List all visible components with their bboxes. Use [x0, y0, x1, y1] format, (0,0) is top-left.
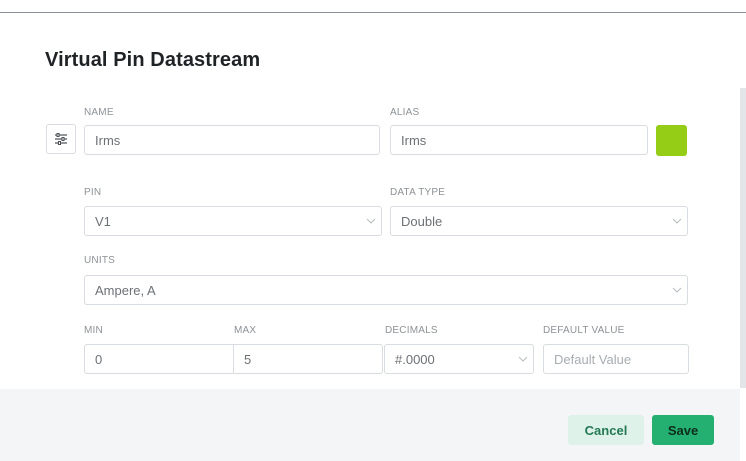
max-input[interactable]: 5: [233, 344, 383, 374]
alias-input[interactable]: Irms: [390, 125, 648, 155]
default-value-input[interactable]: Default Value: [543, 344, 689, 374]
pin-select[interactable]: V1: [84, 206, 382, 236]
chevron-down-icon: [667, 218, 687, 224]
units-value: Ampere, A: [95, 282, 156, 298]
data-type-select[interactable]: Double: [390, 206, 688, 236]
pin-label: PIN: [84, 187, 102, 198]
top-divider: [0, 12, 746, 13]
default-value-placeholder: Default Value: [554, 351, 632, 367]
decimals-select[interactable]: #.0000: [384, 344, 534, 374]
name-label: NAME: [84, 107, 114, 118]
color-picker-swatch[interactable]: [656, 125, 687, 156]
decimals-value: #.0000: [395, 351, 435, 367]
units-select[interactable]: Ampere, A: [84, 275, 688, 305]
alias-label: ALIAS: [390, 107, 420, 118]
max-value: 5: [244, 351, 252, 367]
chevron-down-icon: [513, 356, 533, 362]
settings-button[interactable]: [46, 124, 76, 154]
alias-value: Irms: [401, 132, 427, 148]
min-input[interactable]: 0: [84, 344, 234, 374]
pin-value: V1: [95, 213, 111, 229]
save-button[interactable]: Save: [652, 415, 714, 445]
min-label: MIN: [84, 325, 103, 336]
max-label: MAX: [234, 325, 257, 336]
default-value-label: DEFAULT VALUE: [543, 325, 625, 336]
chevron-down-icon: [667, 287, 687, 293]
data-type-label: DATA TYPE: [390, 187, 446, 198]
decimals-label: DECIMALS: [385, 325, 438, 336]
scrollbar[interactable]: [740, 88, 746, 388]
chevron-down-icon: [361, 218, 381, 224]
name-input[interactable]: Irms: [84, 125, 380, 155]
cancel-button[interactable]: Cancel: [568, 415, 644, 445]
sliders-icon: [55, 133, 67, 145]
min-value: 0: [95, 351, 103, 367]
data-type-value: Double: [401, 213, 443, 229]
dialog-title: Virtual Pin Datastream: [45, 49, 261, 71]
name-value: Irms: [95, 132, 121, 148]
units-label: UNITS: [84, 255, 115, 266]
